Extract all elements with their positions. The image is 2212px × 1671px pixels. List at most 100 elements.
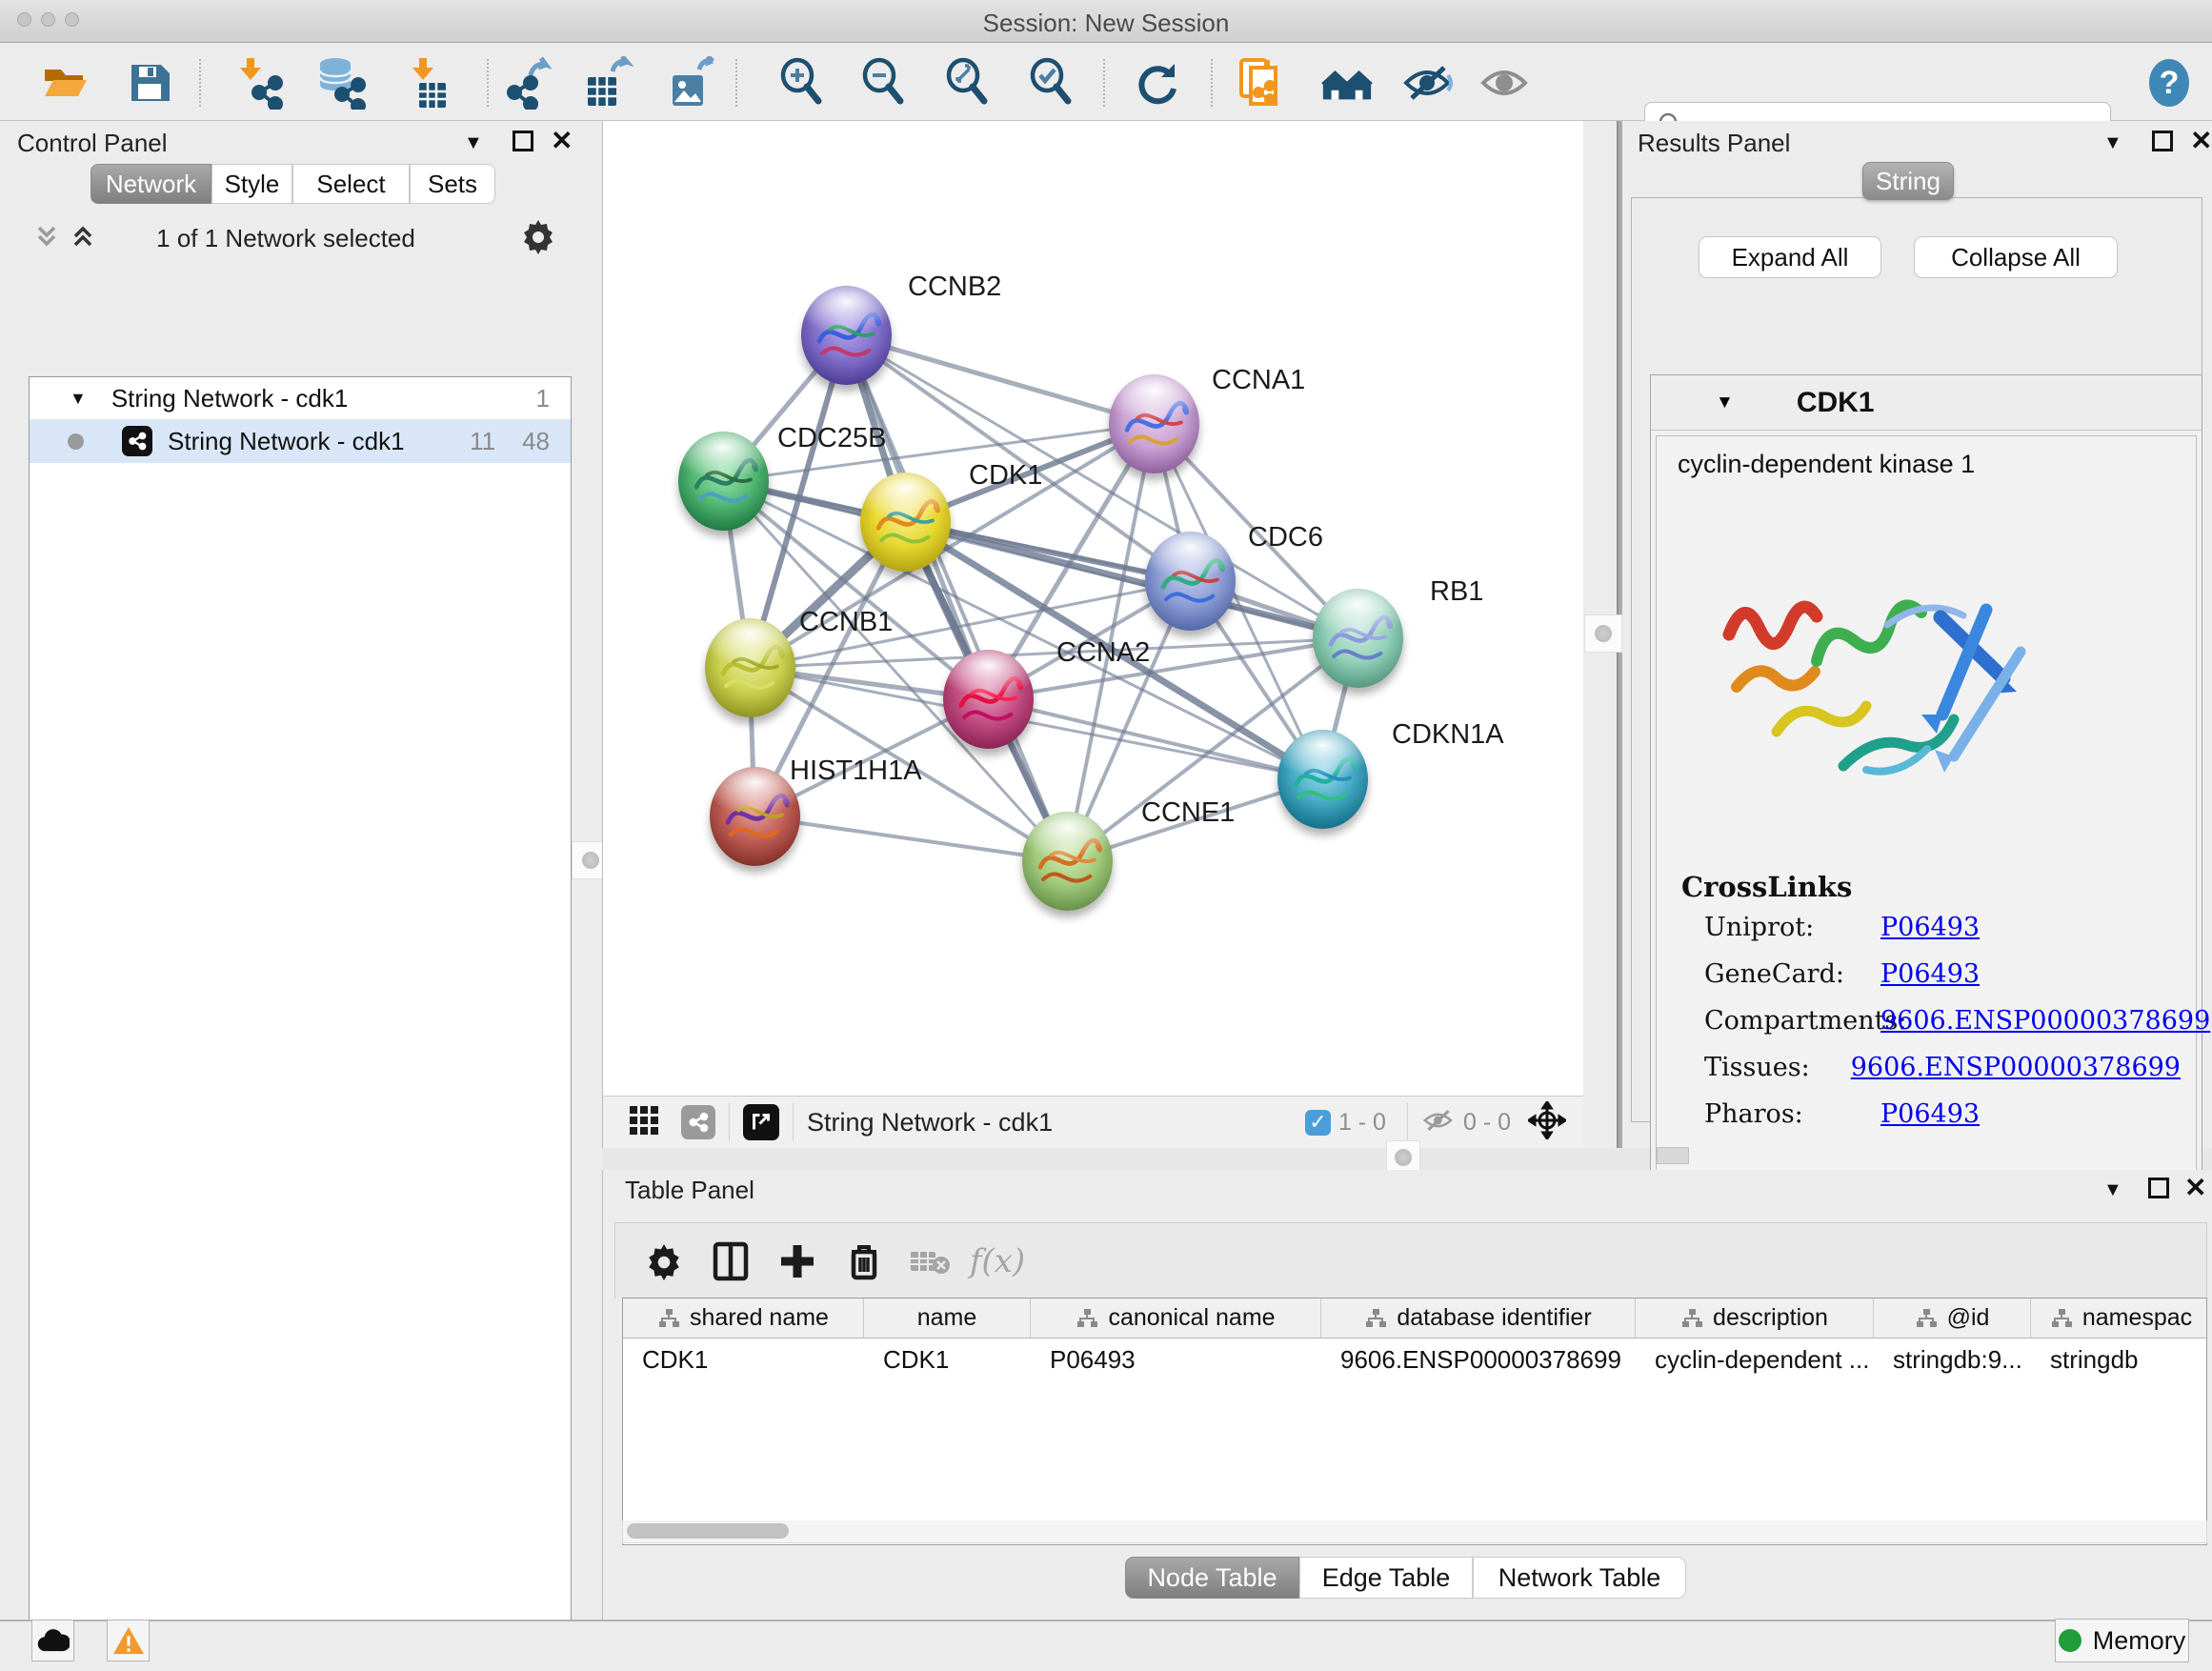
column-header-description[interactable]: description bbox=[1636, 1299, 1874, 1339]
crosslink-link[interactable]: P06493 bbox=[1880, 1099, 1980, 1129]
import-table-button[interactable] bbox=[399, 56, 454, 110]
column-header-name[interactable]: name bbox=[864, 1299, 1031, 1339]
node-CCNE1[interactable] bbox=[1022, 812, 1113, 911]
node-HIST1H1A[interactable] bbox=[710, 767, 800, 866]
delete-column-trash-icon[interactable] bbox=[831, 1233, 897, 1290]
crosslink-link[interactable]: P06493 bbox=[1880, 913, 1980, 942]
right-splitter-grip[interactable] bbox=[1584, 614, 1622, 653]
edge-CCNB2-CCNA1[interactable] bbox=[846, 335, 1154, 424]
column-header--id[interactable]: @id bbox=[1874, 1299, 2031, 1339]
hide-selected-button[interactable] bbox=[1400, 56, 1456, 110]
table-cell[interactable]: stringdb bbox=[2031, 1339, 2207, 1380]
crosslink-link[interactable]: P06493 bbox=[1880, 959, 1980, 989]
show-columns-icon[interactable] bbox=[697, 1233, 764, 1290]
crosslink-link[interactable]: 9606.ENSP00000378699 bbox=[1851, 1053, 2181, 1082]
table-cell[interactable]: P06493 bbox=[1031, 1339, 1321, 1380]
tab-style[interactable]: Style bbox=[211, 164, 292, 204]
node-CDKN1A[interactable] bbox=[1277, 730, 1368, 829]
node-CDK1[interactable] bbox=[860, 473, 951, 572]
node-RB1[interactable] bbox=[1313, 589, 1403, 688]
table-panel-close-icon[interactable]: ✕ bbox=[2184, 1172, 2206, 1203]
expand-all-networks-icon[interactable] bbox=[69, 222, 97, 255]
crosslink-link[interactable]: 9606.ENSP00000378699 bbox=[1880, 1006, 2210, 1036]
import-network-from-database-button[interactable] bbox=[312, 56, 367, 110]
column-header-shared-name[interactable]: shared name bbox=[623, 1299, 864, 1339]
tab-network-table[interactable]: Network Table bbox=[1473, 1557, 1686, 1599]
results-panel-collapse-icon[interactable]: ▼ bbox=[2103, 132, 2122, 154]
function-builder-icon[interactable]: f(x) bbox=[964, 1233, 1031, 1290]
clone-network-button[interactable] bbox=[1233, 56, 1288, 110]
node-CCNA2[interactable] bbox=[943, 650, 1034, 749]
horizontal-scrollbar-stub[interactable] bbox=[1657, 1147, 1689, 1164]
collection-expand-icon[interactable]: ▼ bbox=[70, 389, 87, 409]
node-CCNA1[interactable] bbox=[1109, 374, 1199, 473]
collapse-all-networks-icon[interactable] bbox=[32, 222, 61, 255]
network-canvas[interactable]: CCNB2CCNA1CDC25BCDK1CDC6RB1CCNB1CCNA2CDK… bbox=[602, 121, 1583, 1096]
tab-edge-table[interactable]: Edge Table bbox=[1299, 1557, 1473, 1599]
export-image-button[interactable] bbox=[664, 56, 719, 110]
control-panel-close-icon[interactable]: ✕ bbox=[551, 125, 573, 156]
network-options-gear-icon[interactable] bbox=[519, 216, 557, 259]
expand-all-button[interactable]: Expand All bbox=[1699, 236, 1881, 278]
edge-CCNA2-CDKN1A[interactable] bbox=[988, 699, 1322, 779]
tab-network[interactable]: Network bbox=[90, 164, 211, 204]
zoom-in-button[interactable] bbox=[774, 56, 829, 110]
column-header-namespac[interactable]: namespac bbox=[2031, 1299, 2207, 1339]
table-cell[interactable]: CDK1 bbox=[864, 1339, 1031, 1380]
selected-items-checkbox[interactable]: ✓ bbox=[1305, 1110, 1331, 1136]
table-horizontal-scrollbar[interactable] bbox=[622, 1520, 2207, 1543]
zoom-fit-button[interactable] bbox=[939, 56, 995, 110]
node-CCNB1[interactable] bbox=[705, 618, 795, 717]
protein-card-header[interactable]: ▼ CDK1 bbox=[1651, 375, 2202, 431]
application-window: Session: New Session bbox=[0, 0, 2212, 1671]
zoom-selected-button[interactable] bbox=[1023, 56, 1078, 110]
table-cell[interactable]: 9606.ENSP00000378699 bbox=[1321, 1339, 1636, 1380]
network-row-selected[interactable]: String Network - cdk1 11 48 bbox=[30, 419, 571, 463]
results-panel-close-icon[interactable]: ✕ bbox=[2190, 125, 2212, 156]
node-CCNB2[interactable] bbox=[801, 286, 892, 385]
apply-layout-button[interactable] bbox=[1130, 56, 1185, 110]
table-panel-float-icon[interactable] bbox=[2148, 1178, 2169, 1198]
cloud-status-button[interactable] bbox=[31, 1620, 74, 1661]
create-column-plus-icon[interactable] bbox=[764, 1233, 831, 1290]
control-panel-float-icon[interactable] bbox=[513, 131, 533, 151]
tab-string[interactable]: String bbox=[1862, 162, 1954, 200]
table-panel-collapse-icon[interactable]: ▼ bbox=[2103, 1179, 2122, 1201]
tab-select[interactable]: Select bbox=[292, 164, 410, 204]
delete-table-icon[interactable] bbox=[897, 1233, 964, 1290]
results-panel-float-icon[interactable] bbox=[2152, 131, 2173, 151]
tab-sets[interactable]: Sets bbox=[410, 164, 495, 204]
table-settings-gear-icon[interactable] bbox=[631, 1233, 697, 1290]
first-neighbors-button[interactable] bbox=[1319, 56, 1375, 110]
column-header-database-identifier[interactable]: database identifier bbox=[1321, 1299, 1636, 1339]
export-table-button[interactable] bbox=[579, 56, 634, 110]
edge-HIST1H1A-CCNE1[interactable] bbox=[754, 816, 1067, 861]
protein-collapse-icon[interactable]: ▼ bbox=[1716, 393, 1734, 413]
collapse-all-button[interactable]: Collapse All bbox=[1914, 236, 2118, 278]
crosslink-label: Pharos: bbox=[1704, 1099, 1880, 1129]
table-cell[interactable]: CDK1 bbox=[623, 1339, 864, 1380]
memory-button[interactable]: Memory bbox=[2055, 1619, 2189, 1662]
import-network-button[interactable] bbox=[231, 56, 286, 110]
zoom-out-button[interactable] bbox=[855, 56, 911, 110]
help-button[interactable]: ? bbox=[2142, 56, 2197, 110]
table-cell[interactable]: stringdb:9... bbox=[1874, 1339, 2031, 1380]
pan-crosshair-icon[interactable] bbox=[1528, 1101, 1566, 1144]
scrollbar-thumb[interactable] bbox=[627, 1523, 789, 1539]
control-panel-collapse-icon[interactable]: ▼ bbox=[464, 132, 483, 154]
zoom-in-icon bbox=[774, 56, 828, 110]
warnings-button[interactable] bbox=[107, 1620, 150, 1661]
show-all-button[interactable] bbox=[1478, 56, 1533, 110]
table-cell[interactable]: cyclin-dependent ... bbox=[1636, 1339, 1874, 1380]
network-collection-row[interactable]: ▼ String Network - cdk1 1 bbox=[30, 377, 571, 419]
save-session-button[interactable] bbox=[122, 56, 177, 110]
export-network-button[interactable] bbox=[501, 56, 556, 110]
tab-node-table[interactable]: Node Table bbox=[1125, 1557, 1299, 1599]
birds-eye-view-icon[interactable] bbox=[628, 1104, 660, 1141]
open-session-button[interactable] bbox=[37, 56, 92, 110]
detach-view-icon[interactable] bbox=[743, 1104, 779, 1140]
node-CDC6[interactable] bbox=[1145, 532, 1236, 631]
node-CDC25B[interactable] bbox=[678, 432, 769, 531]
network-view-share-icon[interactable] bbox=[681, 1105, 715, 1139]
column-header-canonical-name[interactable]: canonical name bbox=[1031, 1299, 1321, 1339]
